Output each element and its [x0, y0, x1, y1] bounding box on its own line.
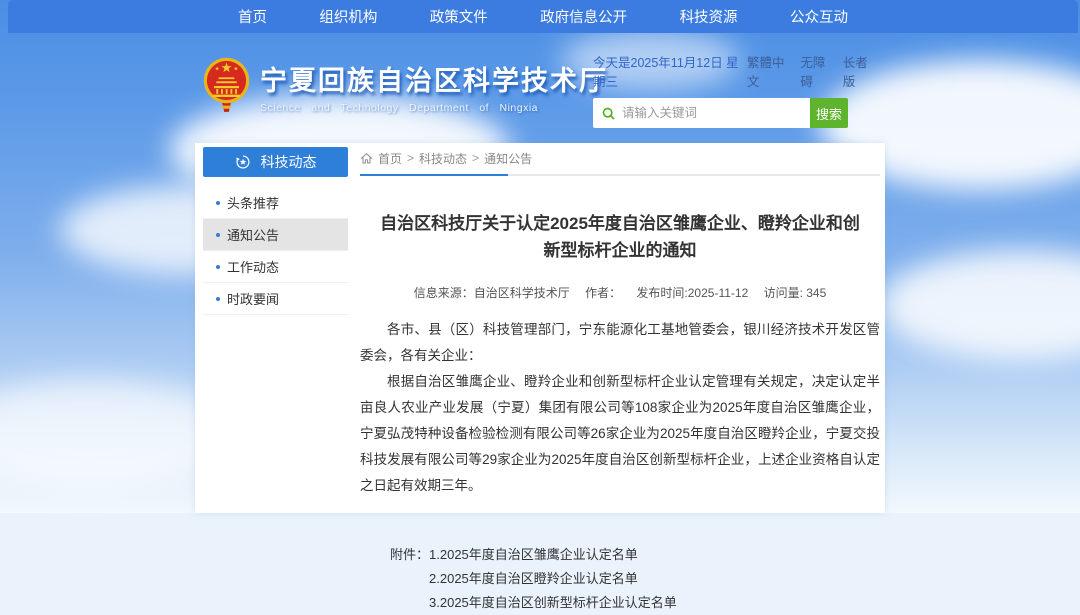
- sidebar-item-label: 头条推荐: [227, 193, 279, 212]
- header-right: 今天是2025年11月12日 星期三 繁體中文 无障碍 长者版 搜索: [593, 52, 876, 128]
- nav-item-gov-info[interactable]: 政府信息公开: [540, 6, 627, 27]
- bullet-icon: [216, 265, 220, 269]
- sidebar-item-headlines[interactable]: 头条推荐: [203, 187, 348, 219]
- sidebar-menu: 头条推荐 通知公告 工作动态 时政要闻: [203, 187, 348, 315]
- today-date: 今天是2025年11月12日 星期三: [593, 52, 747, 90]
- breadcrumb-sci-tech-news[interactable]: 科技动态: [419, 150, 467, 167]
- sidebar-item-notices[interactable]: 通知公告: [203, 219, 348, 251]
- site-brand[interactable]: 宁夏回族自治区科学技术厅 Science and Technology Depa…: [203, 57, 608, 115]
- search-icon: [601, 106, 616, 121]
- nav-item-public-interaction[interactable]: 公众互动: [790, 6, 848, 27]
- cloud: [880, 250, 1080, 360]
- attachment-link-benchmark-list[interactable]: 3.2025年度自治区创新型标杆企业认定名单: [429, 591, 677, 615]
- search-bar: 搜索: [593, 98, 848, 128]
- meta-publish-date: 发布时间:2025-11-12: [636, 286, 748, 300]
- content-container: 科技动态 头条推荐 通知公告 工作动态 时政要闻: [195, 143, 885, 513]
- sidebar-header-sci-tech-news[interactable]: 科技动态: [203, 147, 348, 177]
- top-nav: 首页 组织机构 政策文件 政府信息公开 科技资源 公众互动: [8, 0, 1078, 33]
- attachments-section: 附件： 1.2025年度自治区雏鹰企业认定名单 2.2025年度自治区瞪羚企业认…: [360, 543, 880, 615]
- sidebar-item-work-news[interactable]: 工作动态: [203, 251, 348, 283]
- bullet-icon: [216, 233, 220, 237]
- article-title: 自治区科技厅关于认定2025年度自治区雏鹰企业、瞪羚企业和创新型标杆企业的通知: [379, 210, 861, 264]
- breadcrumb-separator: >: [407, 151, 414, 165]
- quick-links: 繁體中文 无障碍 长者版: [747, 52, 876, 90]
- site-title: 宁夏回族自治区科学技术厅: [260, 59, 608, 98]
- main-content: 首页 > 科技动态 > 通知公告 自治区科技厅关于认定2025年度自治区雏鹰企业…: [360, 148, 880, 615]
- link-traditional-chinese[interactable]: 繁體中文: [747, 52, 791, 90]
- sidebar-item-label: 通知公告: [227, 225, 279, 244]
- site-subtitle-en: Science and Technology Department of Nin…: [260, 102, 608, 114]
- nav-item-organization[interactable]: 组织机构: [319, 6, 377, 27]
- sidebar-item-current-politics[interactable]: 时政要闻: [203, 283, 348, 315]
- meta-author: 作者：: [585, 286, 621, 300]
- article-paragraph: 根据自治区雏鹰企业、瞪羚企业和创新型标杆企业认定管理有关规定，决定认定半亩良人农…: [360, 369, 880, 499]
- sidebar: 科技动态 头条推荐 通知公告 工作动态 时政要闻: [203, 147, 348, 315]
- breadcrumb: 首页 > 科技动态 > 通知公告: [360, 148, 880, 168]
- meta-source: 信息来源：自治区科学技术厅: [414, 286, 570, 300]
- nav-item-policy[interactable]: 政策文件: [430, 6, 488, 27]
- home-icon: [360, 152, 373, 165]
- attachments-label: 附件：: [390, 543, 429, 615]
- attachment-link-gazelle-list[interactable]: 2.2025年度自治区瞪羚企业认定名单: [429, 567, 677, 591]
- link-elder-version[interactable]: 长者版: [843, 52, 876, 90]
- sidebar-item-label: 时政要闻: [227, 289, 279, 308]
- attachment-link-chuying-list[interactable]: 1.2025年度自治区雏鹰企业认定名单: [429, 543, 677, 567]
- breadcrumb-divider-accent: [360, 174, 508, 176]
- search-button[interactable]: 搜索: [810, 98, 848, 128]
- breadcrumb-notices[interactable]: 通知公告: [484, 150, 532, 167]
- article-body: 各市、县（区）科技管理部门，宁东能源化工基地管委会，银川经济技术开发区管委会，各…: [360, 317, 880, 499]
- search-input[interactable]: [622, 106, 810, 120]
- article-paragraph: 各市、县（区）科技管理部门，宁东能源化工基地管委会，银川经济技术开发区管委会，各…: [360, 317, 880, 369]
- link-accessibility[interactable]: 无障碍: [800, 52, 833, 90]
- sidebar-item-label: 工作动态: [227, 257, 279, 276]
- bullet-icon: [216, 297, 220, 301]
- breadcrumb-home[interactable]: 首页: [378, 150, 402, 167]
- sidebar-title: 科技动态: [261, 152, 317, 172]
- nav-item-sci-resources[interactable]: 科技资源: [680, 6, 738, 27]
- brand-text: 宁夏回族自治区科学技术厅 Science and Technology Depa…: [260, 59, 608, 114]
- circled-star-icon: [235, 154, 251, 170]
- nav-item-home[interactable]: 首页: [238, 6, 267, 27]
- breadcrumb-separator: >: [472, 151, 479, 165]
- bullet-icon: [216, 201, 220, 205]
- meta-visit-count: 访问量: 345: [764, 286, 827, 300]
- article-meta: 信息来源：自治区科学技术厅 作者： 发布时间:2025-11-12 访问量: 3…: [360, 284, 880, 301]
- national-emblem-icon: [203, 57, 250, 115]
- attachments-list: 1.2025年度自治区雏鹰企业认定名单 2.2025年度自治区瞪羚企业认定名单 …: [429, 543, 677, 615]
- breadcrumb-divider: [360, 174, 880, 176]
